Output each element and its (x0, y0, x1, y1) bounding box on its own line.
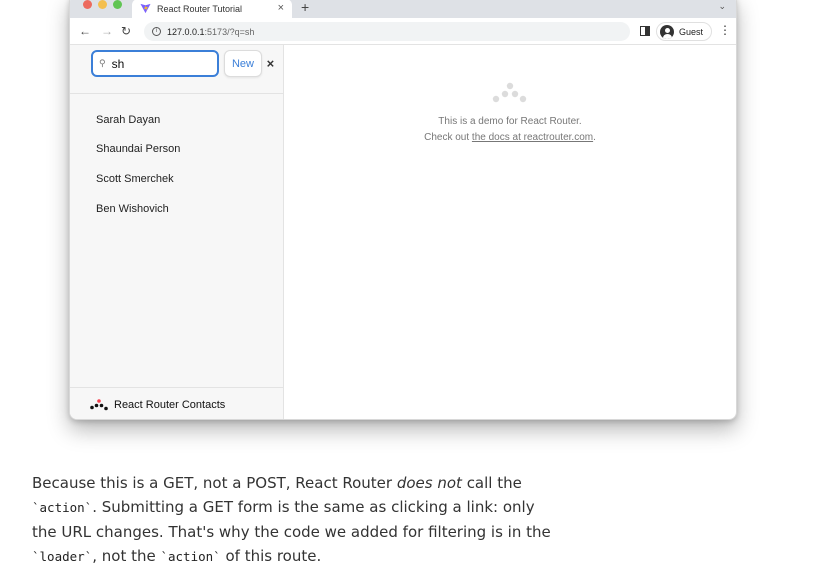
browser-toolbar: ← → ↻ i 127.0.0.1:5173/?q=sh Guest ⋮ (70, 18, 736, 45)
contact-link[interactable]: Ben Wishovich (70, 194, 283, 224)
para-text: call the (461, 474, 522, 492)
para-text: Because this is a GET, not a POST, React… (32, 474, 397, 492)
app-content: ⚲ × New Sarah Dayan Shaundai Person Scot… (70, 45, 736, 419)
minimize-window-button[interactable] (98, 0, 107, 9)
inline-code: `action` (32, 500, 93, 515)
contact-list: Sarah Dayan Shaundai Person Scott Smerch… (70, 105, 283, 223)
url-text: 127.0.0.1:5173/?q=sh (167, 27, 254, 37)
para-emphasis: does not (396, 474, 462, 492)
inline-code: `action` (160, 549, 221, 564)
index-text: This is a demo for React Router. (438, 116, 582, 127)
maximize-window-button[interactable] (113, 0, 122, 9)
clear-search-icon[interactable]: × (267, 56, 275, 71)
sidebar-footer: React Router Contacts (70, 387, 283, 419)
profile-label: Guest (679, 26, 704, 37)
para-text: . Submitting a GET form is the same as c… (32, 498, 551, 541)
tab-search-icon[interactable]: ⌄ (718, 1, 726, 12)
site-info-icon[interactable]: i (152, 27, 161, 36)
window-controls (83, 0, 122, 9)
docs-link[interactable]: the docs at reactrouter.com (472, 132, 593, 143)
url-host: 127.0.0.1 (167, 26, 205, 37)
detail-pane: This is a demo for React Router. Check o… (284, 45, 736, 419)
profile-button[interactable]: Guest (656, 22, 713, 41)
close-window-button[interactable] (83, 0, 92, 9)
new-tab-icon[interactable]: + (301, 0, 309, 14)
tab-bar: React Router Tutorial × + ⌄ (70, 0, 736, 18)
docs-prefix: Check out (424, 132, 472, 143)
browser-menu-icon[interactable]: ⋮ (719, 23, 731, 37)
new-contact-button[interactable]: New (224, 50, 262, 77)
forward-arrow-icon[interactable]: → (101, 24, 113, 38)
explanation-paragraph: Because this is a GET, not a POST, React… (32, 471, 552, 569)
react-router-logo-icon (90, 398, 108, 410)
tab-close-icon[interactable]: × (278, 3, 284, 14)
guest-avatar-icon (660, 24, 674, 39)
search-icon: ⚲ (99, 58, 106, 68)
inline-code: `loader` (32, 549, 93, 564)
contact-link[interactable]: Sarah Dayan (70, 105, 283, 135)
react-router-logo-icon (492, 82, 527, 103)
reload-icon[interactable]: ↻ (121, 24, 131, 38)
tab-title: React Router Tutorial (157, 3, 243, 14)
contact-link[interactable]: Scott Smerchek (70, 164, 283, 194)
back-arrow-icon[interactable]: ← (79, 24, 91, 38)
side-panel-icon[interactable] (640, 26, 650, 36)
para-text: of this route. (220, 547, 322, 565)
browser-tab[interactable]: React Router Tutorial × (132, 0, 292, 18)
docs-line: Check out the docs at reactrouter.com. (284, 130, 736, 146)
para-text: , not the (92, 547, 161, 565)
search-row: ⚲ × New (70, 45, 283, 94)
url-path: :5173/?q=sh (204, 26, 255, 37)
browser-window: React Router Tutorial × + ⌄ ← → ↻ i 127.… (69, 0, 737, 420)
docs-suffix: . (593, 132, 596, 143)
sidebar: ⚲ × New Sarah Dayan Shaundai Person Scot… (70, 45, 284, 419)
app-title: React Router Contacts (114, 398, 226, 411)
vite-favicon-icon (140, 3, 151, 14)
address-bar[interactable]: i 127.0.0.1:5173/?q=sh (144, 22, 630, 41)
search-box[interactable]: ⚲ × (91, 50, 274, 77)
contact-link[interactable]: Shaundai Person (70, 135, 283, 165)
